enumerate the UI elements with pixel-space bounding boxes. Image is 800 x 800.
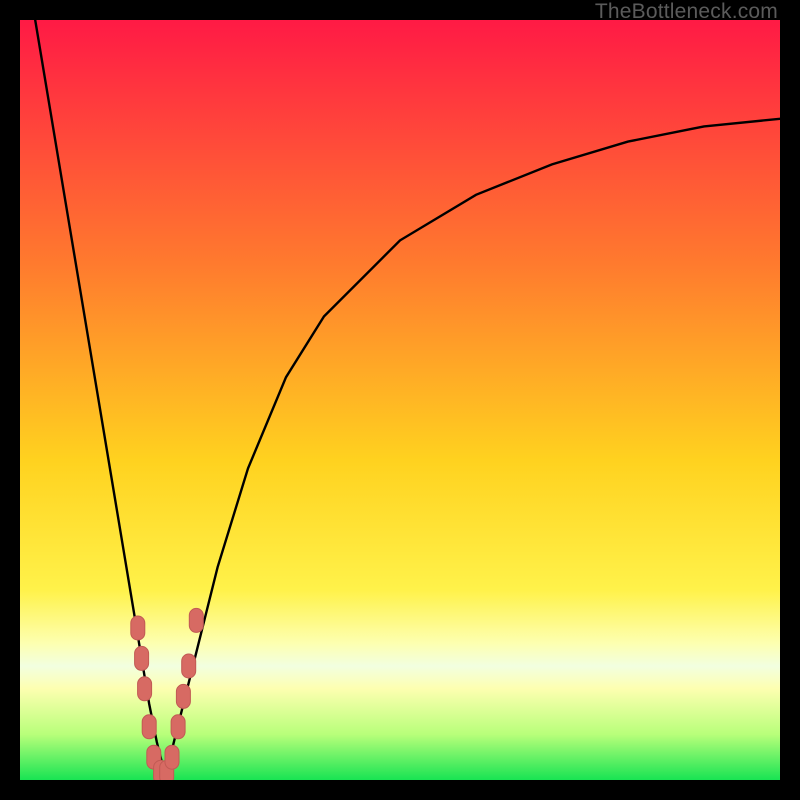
marker-cluster: [131, 608, 204, 780]
data-marker: [165, 745, 179, 769]
data-marker: [171, 715, 185, 739]
data-marker: [138, 677, 152, 701]
watermark-text: TheBottleneck.com: [595, 0, 778, 24]
chart-frame: TheBottleneck.com: [0, 0, 800, 800]
data-marker: [135, 646, 149, 670]
curve-right-branch: [164, 119, 780, 773]
data-marker: [131, 616, 145, 640]
data-marker: [176, 684, 190, 708]
curve-layer: [20, 20, 780, 780]
data-marker: [142, 715, 156, 739]
plot-area: [20, 20, 780, 780]
data-marker: [182, 654, 196, 678]
data-marker: [189, 608, 203, 632]
